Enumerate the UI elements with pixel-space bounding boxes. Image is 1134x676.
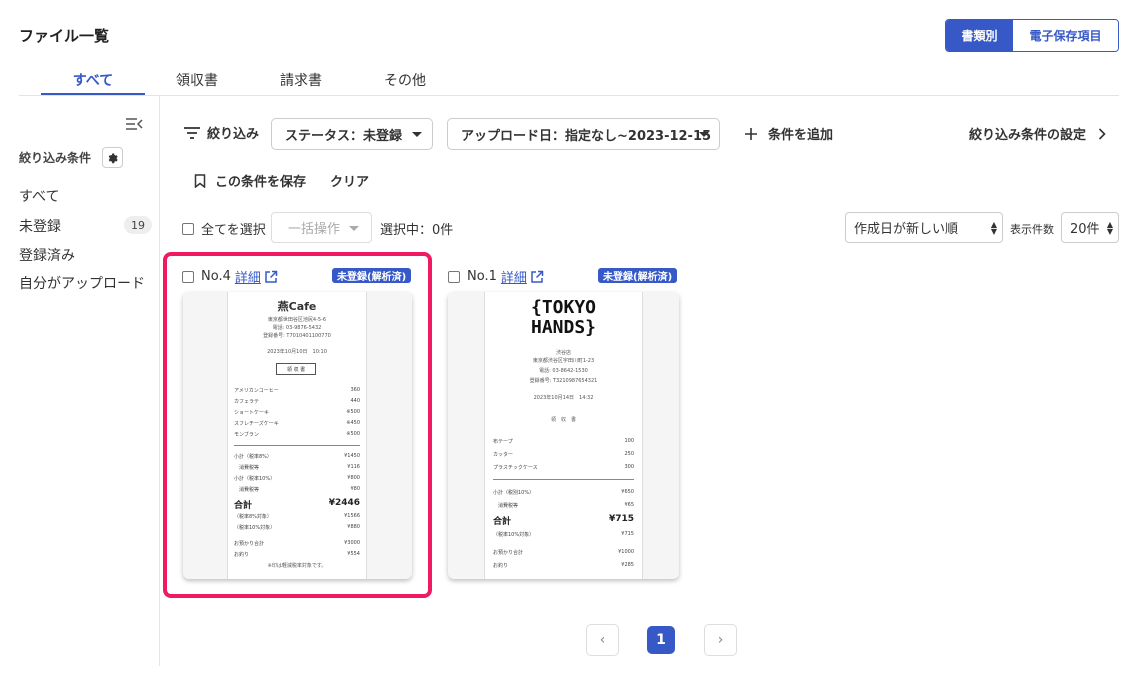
sidebar-item-unregistered[interactable]: 未登録 [19, 216, 61, 236]
tab-others[interactable]: その他 [377, 70, 433, 90]
per-page-label: 表示件数 [1010, 223, 1054, 236]
add-condition-label: 条件を追加 [768, 128, 834, 143]
receipt-address: 東京都渋谷区宇田川町1-23 [532, 358, 595, 364]
chevron-left-icon: ‹ [599, 632, 606, 648]
clear-button[interactable]: クリア [330, 171, 369, 190]
active-tab-indicator [41, 93, 145, 95]
tab-bar: すべて 領収書 請求書 その他 [19, 64, 1119, 96]
receipt-line: 消費税等 ¥65 [493, 502, 634, 509]
select-arrows-icon: ▲ ▼ [1106, 220, 1113, 236]
select-all[interactable]: 全てを選択 [182, 219, 266, 238]
sort-select-value: 作成日が新しい順 [854, 222, 959, 237]
filter-conditions-label: 絞り込み条件 [19, 151, 92, 165]
filter-settings-link[interactable]: 絞り込み条件の設定 [969, 124, 1106, 143]
tab-invoices[interactable]: 請求書 [273, 70, 329, 90]
detail-link[interactable]: 詳細 [501, 267, 527, 286]
external-link-icon[interactable] [530, 270, 544, 284]
status-dropdown-value: ステータス：未登録 [285, 128, 403, 144]
receipt-total: 合計 ¥715 [493, 514, 634, 527]
filter-label: 絞り込み [207, 127, 260, 142]
chevron-right-icon [1098, 127, 1106, 140]
selected-card-highlight [163, 252, 432, 598]
filter-settings-label: 絞り込み条件の設定 [969, 128, 1087, 143]
select-all-label: 全てを選択 [201, 223, 266, 238]
sort-select[interactable]: 作成日が新しい順 ▲ ▼ [845, 212, 1003, 243]
status-dropdown[interactable]: ステータス：未登録 [271, 118, 433, 150]
receipt-divider [493, 479, 634, 480]
unregistered-count-badge: 19 [124, 216, 152, 234]
view-by-document-button[interactable]: 書類別 [946, 20, 1013, 51]
save-condition-label: この条件を保存 [215, 175, 307, 190]
chevron-right-icon: › [717, 632, 724, 648]
page-1-button[interactable]: 1 [647, 626, 675, 654]
receipt-phone: 電話: 03-8642-1530 [539, 368, 588, 374]
receipt-image: {TOKYO HANDS} 渋谷店 東京都渋谷区宇田川町1-23 電話: 03-… [484, 292, 643, 579]
sidebar-item-all[interactable]: すべて [19, 186, 59, 206]
upload-date-dropdown[interactable]: アップロード日：指定なし~2023-12-15 [447, 118, 720, 150]
plus-icon [745, 127, 757, 140]
tab-receipts[interactable]: 領収書 [169, 70, 225, 90]
filter-toggle[interactable]: 絞り込み [183, 123, 259, 142]
gear-icon[interactable] [102, 147, 123, 168]
filter-icon [184, 126, 200, 139]
view-e-storage-button[interactable]: 電子保存項目 [1013, 20, 1118, 51]
receipt-datetime: 2023年10月14日 14:32 [533, 395, 594, 401]
upload-date-dropdown-value: アップロード日：指定なし~2023-12-15 [461, 128, 712, 144]
page-title: ファイル一覧 [19, 27, 110, 45]
receipt-doc-type: 領 収 書 [550, 417, 576, 423]
chevron-down-icon [699, 132, 709, 137]
selected-count: 選択中：0件 [380, 223, 454, 238]
per-page-value: 20件 [1070, 222, 1100, 237]
card-checkbox[interactable] [448, 270, 460, 283]
chevron-down-icon [412, 132, 422, 137]
chevron-down-icon [349, 226, 359, 231]
receipt-logo: {TOKYO HANDS} [530, 297, 597, 338]
prev-page-button[interactable]: ‹ [586, 624, 619, 656]
receipt-line: カッター 250 [493, 451, 634, 458]
receipt-line: 小計（税別10%） ¥650 [493, 489, 634, 496]
receipt-line: お釣り ¥285 [493, 562, 634, 569]
tab-all[interactable]: すべて [41, 70, 145, 90]
receipt-line: （税率10%対象） ¥715 [493, 531, 634, 538]
select-all-checkbox[interactable] [182, 222, 194, 235]
next-page-button[interactable]: › [704, 624, 737, 656]
sidebar-item-registered[interactable]: 登録済み [19, 245, 75, 265]
bookmark-icon [194, 173, 206, 188]
per-page-select[interactable]: 20件 ▲ ▼ [1061, 212, 1119, 243]
sidebar-item-my-uploads[interactable]: 自分がアップロード [19, 273, 145, 293]
receipt-reg-number: 登録番号: T3210987654321 [529, 378, 598, 384]
card-number: No.1 [467, 269, 497, 284]
bulk-action-dropdown[interactable]: 一括操作 [271, 212, 372, 243]
save-condition-button[interactable]: この条件を保存 [194, 171, 306, 190]
card-header: No.1 詳細 [448, 267, 544, 286]
view-toggle: 書類別 電子保存項目 [945, 19, 1119, 52]
bulk-action-label: 一括操作 [288, 222, 341, 237]
receipt-line: お預かり合計 ¥1000 [493, 549, 634, 556]
select-arrows-icon: ▲ ▼ [990, 220, 997, 236]
receipt-line: 布テープ 100 [493, 438, 634, 445]
receipt-shop-name: 渋谷店 [555, 350, 571, 356]
sidebar: 絞り込み条件 すべて 未登録 19 登録済み 自分がアップロード [0, 96, 160, 666]
receipt-thumbnail[interactable]: {TOKYO HANDS} 渋谷店 東京都渋谷区宇田川町1-23 電話: 03-… [448, 292, 679, 579]
collapse-sidebar-icon[interactable] [124, 116, 144, 132]
add-condition-button[interactable]: 条件を追加 [744, 124, 833, 143]
receipt-line: プラスチックケース 300 [493, 464, 634, 471]
status-badge: 未登録(解析済) [598, 268, 678, 283]
